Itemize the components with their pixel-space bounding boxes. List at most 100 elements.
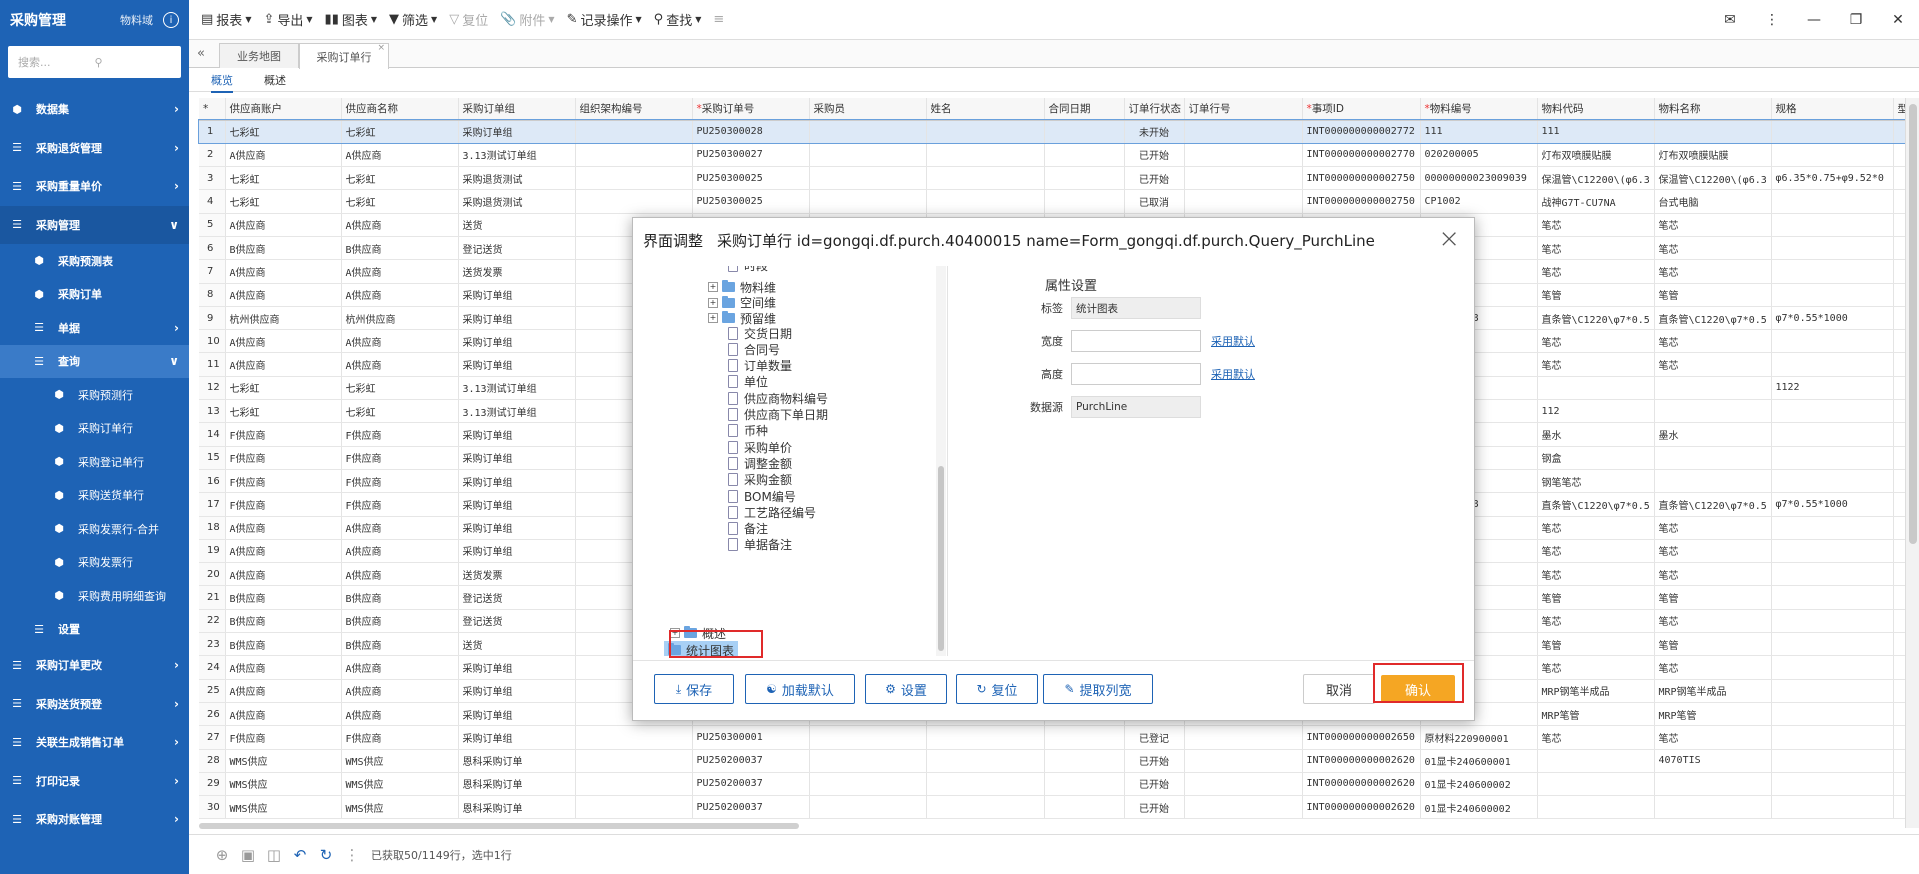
more-vertical-icon[interactable]: ⋮ xyxy=(339,842,365,868)
col-header-spec[interactable]: 规格 xyxy=(1771,98,1894,121)
sidebar-item[interactable]: ☰ 设置 xyxy=(0,613,189,647)
sidebar-search[interactable]: 搜索... ⚲ xyxy=(8,46,181,78)
table-cell[interactable]: 8 xyxy=(199,283,226,307)
table-cell[interactable]: 11 xyxy=(199,352,226,377)
table-cell[interactable]: 3 xyxy=(199,166,226,191)
sidebar-item[interactable]: ⬢ 采购预测行 xyxy=(0,378,189,412)
table-cell[interactable]: 29 xyxy=(199,772,226,797)
width-use-default-link[interactable]: 采用默认 xyxy=(1211,333,1255,349)
sidebar-item[interactable]: ☰ 采购订单更改 › xyxy=(0,646,189,685)
scroll-thumb[interactable] xyxy=(938,466,944,651)
table-cell[interactable]: 16 xyxy=(199,469,226,494)
sidebar-item[interactable]: ☰ 采购管理 ∨ xyxy=(0,205,189,244)
expand-icon[interactable]: + xyxy=(708,282,718,292)
table-cell[interactable]: 2 xyxy=(199,143,226,168)
report-button[interactable]: ▤ 报表 ▼ xyxy=(195,0,257,40)
sidebar-item[interactable]: ⬢ 采购费用明细查询 xyxy=(0,579,189,613)
sidebar-item[interactable]: ⬢ 采购订单行 xyxy=(0,412,189,446)
table-row[interactable]: 2 A供应商 A供应商 3.13测试订单组 PU250300027 已开始 INT00000… xyxy=(199,143,1919,168)
table-row[interactable]: 28 WMS供应 WMS供应 恩科采购订单 PU250200037 已开始 INT00000… xyxy=(199,749,1919,773)
table-cell[interactable]: 24 xyxy=(199,655,226,680)
export-button[interactable]: ⇪ 导出 ▼ xyxy=(257,0,318,40)
undo-icon[interactable]: ↶ xyxy=(287,842,313,868)
table-cell[interactable]: 4 xyxy=(199,189,226,214)
col-header-contract-date[interactable]: 合同日期 xyxy=(1044,98,1125,121)
reset-button[interactable]: ↻ 复位 xyxy=(956,674,1038,704)
table-cell[interactable]: 21 xyxy=(199,585,226,610)
col-header-supplier-name[interactable]: 供应商名称 xyxy=(341,98,459,121)
tree-node-field[interactable]: 调整金额 xyxy=(728,454,792,472)
settings-button[interactable]: ⚙ 设置 xyxy=(865,674,947,704)
tree-node-field[interactable]: 备注 xyxy=(728,520,768,538)
table-cell[interactable]: 15 xyxy=(199,446,226,470)
sidebar-item[interactable]: ⬢ 采购发票行 xyxy=(0,546,189,580)
table-row[interactable]: 3 七彩虹 七彩虹 采购退货测试 PU250300025 已开始 INT0000000000… xyxy=(199,166,1919,191)
col-header-line-number[interactable]: 订单行号 xyxy=(1184,98,1303,121)
search-icon[interactable]: ⚲ xyxy=(95,56,172,69)
table-row[interactable]: 27 F供应商 F供应商 采购订单组 PU250300001 已登记 INT00000000… xyxy=(199,725,1919,750)
domain-scope[interactable]: 物料域 xyxy=(120,12,153,28)
add-icon[interactable]: ⊕ xyxy=(209,842,235,868)
tab-summary[interactable]: 概述 xyxy=(264,72,286,88)
table-row[interactable]: 4 七彩虹 七彩虹 采购退货测试 PU250300025 已取消 INT0000000000… xyxy=(199,189,1919,214)
height-use-default-link[interactable]: 采用默认 xyxy=(1211,366,1255,382)
table-cell[interactable]: 18 xyxy=(199,516,226,540)
sidebar-item[interactable]: ⬢ 采购送货单行 xyxy=(0,479,189,513)
more-vertical-icon[interactable]: ⋮ xyxy=(1751,0,1793,40)
search-input[interactable]: 搜索... xyxy=(18,54,95,70)
sidebar-item[interactable]: ☰ 采购送货预登 › xyxy=(0,685,189,724)
attach-button[interactable]: 📎 附件 ▼ xyxy=(494,0,560,40)
save-button[interactable]: ⤓ 保存 xyxy=(654,674,734,704)
tree-scrollbar[interactable] xyxy=(936,266,946,656)
tree-node-field[interactable]: 单位 xyxy=(728,373,768,391)
expand-icon[interactable]: + xyxy=(708,313,718,323)
table-cell[interactable]: 6 xyxy=(199,236,226,261)
sidebar-item[interactable]: ☰ 打印记录 › xyxy=(0,762,189,801)
reset-filter-button[interactable]: ▽ 复位 xyxy=(443,0,494,40)
tree-node-field[interactable]: 订单数量 xyxy=(728,357,792,375)
sidebar-item[interactable]: ☰ 采购对账管理 › xyxy=(0,800,189,839)
tree-node-field[interactable]: 工艺路径编号 xyxy=(728,503,816,521)
sidebar-item[interactable]: ⬢ 采购订单 xyxy=(0,278,189,312)
table-cell[interactable]: 26 xyxy=(199,702,226,727)
tab-biz-map[interactable]: 业务地图 xyxy=(219,43,299,68)
chart-button[interactable]: ▮▮ 图表 ▼ xyxy=(319,0,383,40)
tree-node-field[interactable]: 币种 xyxy=(728,422,768,440)
table-cell[interactable]: 12 xyxy=(199,376,226,401)
delete-icon[interactable]: ◫ xyxy=(261,842,287,868)
tree-node-field[interactable]: 采购金额 xyxy=(728,471,792,489)
table-row[interactable]: 30 WMS供应 WMS供应 恩科采购订单 PU250200037 已开始 INT00000… xyxy=(199,795,1919,820)
restore-button[interactable]: ❐ xyxy=(1835,0,1877,40)
vertical-scrollbar[interactable] xyxy=(1905,98,1919,828)
sidebar-item[interactable]: ☰ 采购退货管理 › xyxy=(0,129,189,168)
expand-icon[interactable]: + xyxy=(708,297,718,308)
col-header-material-no[interactable]: *物料编号 xyxy=(1420,98,1538,121)
record-ops-button[interactable]: ✎ 记录操作 ▼ xyxy=(561,0,648,40)
table-cell[interactable]: 14 xyxy=(199,422,226,447)
info-icon[interactable]: i xyxy=(163,12,179,28)
tree-node-period[interactable]: 时段 xyxy=(728,266,768,274)
sidebar-item[interactable]: ☰ 采购重量单价 › xyxy=(0,167,189,206)
load-default-button[interactable]: ☯ 加载默认 xyxy=(745,674,855,704)
col-header-buyer[interactable]: 采购员 xyxy=(809,98,927,121)
close-icon[interactable]: × xyxy=(1438,224,1460,254)
double-chevron-left-icon[interactable]: « xyxy=(197,46,205,61)
tab-overview[interactable]: 概览 xyxy=(211,72,233,93)
col-header-item-id[interactable]: *事项ID xyxy=(1302,98,1421,121)
tree-node-field[interactable]: 交货日期 xyxy=(728,324,792,342)
mail-icon[interactable]: ✉ xyxy=(1709,0,1751,40)
table-cell[interactable]: 1 xyxy=(199,120,226,144)
tab-order-line[interactable]: 采购订单行 × xyxy=(299,43,389,69)
sidebar-item[interactable]: ☰ 关联生成销售订单 › xyxy=(0,723,189,762)
table-cell[interactable]: 22 xyxy=(199,609,226,634)
refresh-icon[interactable]: ↻ xyxy=(313,842,339,868)
minimize-button[interactable]: — xyxy=(1793,0,1835,40)
table-cell[interactable]: 23 xyxy=(199,632,226,657)
filter-button[interactable]: ▼ 筛选 ▼ xyxy=(383,0,443,40)
table-cell[interactable]: 9 xyxy=(199,306,226,331)
width-field[interactable] xyxy=(1071,330,1201,352)
table-cell[interactable]: 7 xyxy=(199,259,226,284)
save-icon[interactable]: ▣ xyxy=(235,842,261,868)
tree-node-field[interactable]: 单据备注 xyxy=(728,536,792,554)
col-header-material-code[interactable]: 物料代码 xyxy=(1537,98,1655,121)
